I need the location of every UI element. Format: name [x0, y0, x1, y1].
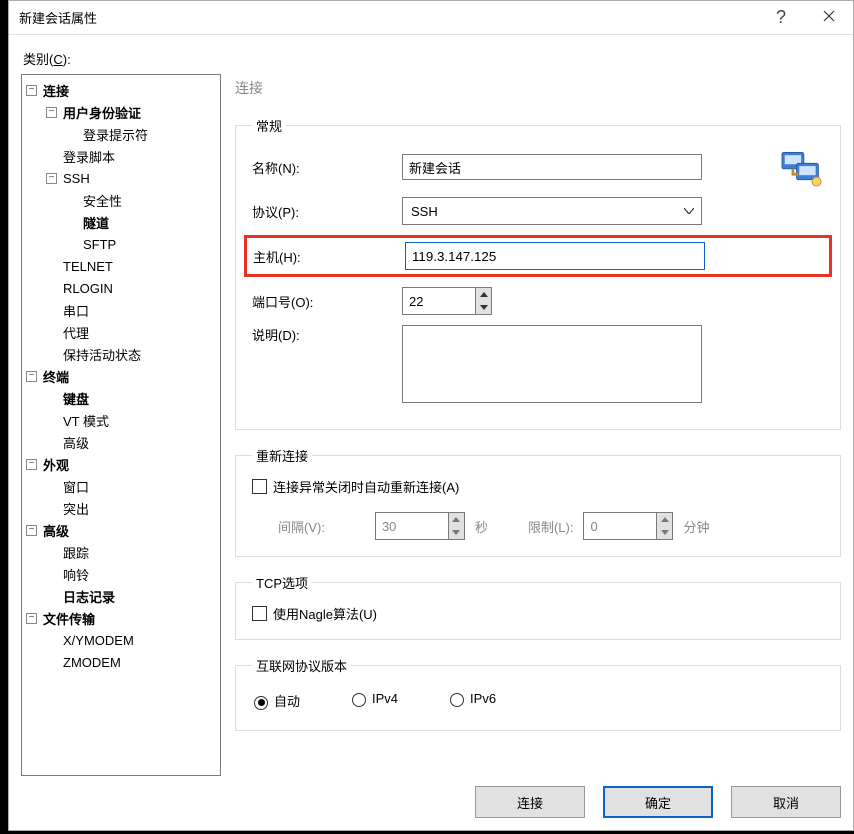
chevron-down-icon	[677, 198, 701, 224]
tree-item-window[interactable]: 窗口	[22, 475, 220, 497]
session-properties-dialog: 新建会话属性 ? 类别(C): −	[8, 0, 854, 831]
limit-label: 限制(L):	[528, 517, 574, 536]
spin-up-icon[interactable]	[476, 288, 491, 301]
tree-collapse-icon[interactable]: −	[46, 107, 57, 118]
limit-input	[584, 513, 656, 539]
help-button[interactable]: ?	[757, 1, 805, 34]
tree-item-highlight[interactable]: 突出	[22, 497, 220, 519]
nagle-checkbox[interactable]	[252, 606, 267, 621]
tree-item-zmodem[interactable]: ZMODEM	[22, 651, 220, 673]
tree-item-connection[interactable]: − 连接	[22, 79, 220, 101]
button-bar: 连接 确定 取消	[21, 786, 841, 818]
ipversion-legend: 互联网协议版本	[252, 656, 351, 675]
tree-item-proxy[interactable]: 代理	[22, 321, 220, 343]
tree-item-login-script[interactable]: 登录脚本	[22, 145, 220, 167]
interval-stepper	[375, 512, 465, 540]
cancel-button[interactable]: 取消	[731, 786, 841, 818]
interval-unit: 秒	[475, 517, 488, 536]
close-icon	[823, 9, 835, 27]
tree-collapse-icon[interactable]: −	[26, 613, 37, 624]
nagle-label: 使用Nagle算法(U)	[273, 604, 377, 623]
description-label: 说明(D):	[252, 325, 402, 344]
connect-button[interactable]: 连接	[475, 786, 585, 818]
protocol-select[interactable]: SSH	[402, 197, 702, 225]
spin-down-icon[interactable]	[476, 301, 491, 314]
tree-item-login-prompt[interactable]: 登录提示符	[22, 123, 220, 145]
category-label: 类别(C):	[23, 49, 839, 68]
panel-title: 连接	[235, 78, 841, 98]
tree-item-xymodem[interactable]: X/YMODEM	[22, 629, 220, 651]
radio-auto[interactable]: 自动	[254, 691, 300, 710]
window-title: 新建会话属性	[19, 8, 757, 27]
description-input[interactable]	[402, 325, 702, 403]
tree-item-sftp[interactable]: SFTP	[22, 233, 220, 255]
tree-item-trace[interactable]: 跟踪	[22, 541, 220, 563]
general-legend: 常规	[252, 116, 286, 135]
radio-icon	[450, 693, 464, 707]
protocol-label: 协议(P):	[252, 202, 402, 221]
port-input[interactable]	[403, 288, 475, 314]
port-stepper[interactable]	[402, 287, 492, 315]
interval-label: 间隔(V):	[278, 517, 325, 536]
limit-stepper	[583, 512, 673, 540]
tree-item-tunnel[interactable]: 隧道	[22, 211, 220, 233]
tree-item-telnet[interactable]: TELNET	[22, 255, 220, 277]
tree-item-appearance[interactable]: − 外观	[22, 453, 220, 475]
reconnect-legend: 重新连接	[252, 446, 312, 465]
tree-item-security[interactable]: 安全性	[22, 189, 220, 211]
radio-ipv6[interactable]: IPv6	[450, 691, 496, 710]
tree-collapse-icon[interactable]: −	[26, 85, 37, 96]
spin-down-icon	[449, 526, 464, 539]
tree-item-terminal-advanced[interactable]: 高级	[22, 431, 220, 453]
name-label: 名称(N):	[252, 158, 402, 177]
limit-unit: 分钟	[683, 517, 709, 536]
tree-collapse-icon[interactable]: −	[26, 525, 37, 536]
general-group: 常规 名称(N):	[235, 116, 841, 430]
host-label: 主机(H):	[253, 247, 405, 266]
radio-icon	[254, 696, 268, 710]
window-buttons: ?	[757, 1, 853, 34]
tcp-group: TCP选项 使用Nagle算法(U)	[235, 573, 841, 640]
host-input[interactable]	[405, 242, 705, 270]
name-input[interactable]	[402, 154, 702, 180]
tree-item-serial[interactable]: 串口	[22, 299, 220, 321]
tcp-legend: TCP选项	[252, 573, 312, 592]
tree-item-advanced[interactable]: − 高级	[22, 519, 220, 541]
tree-item-terminal[interactable]: − 终端	[22, 365, 220, 387]
auto-reconnect-checkbox[interactable]	[252, 479, 267, 494]
tree-item-user-auth[interactable]: − 用户身份验证	[22, 101, 220, 123]
protocol-value: SSH	[411, 204, 438, 219]
titlebar: 新建会话属性 ?	[9, 1, 853, 35]
spin-up-icon	[449, 513, 464, 526]
tree-item-logging[interactable]: 日志记录	[22, 585, 220, 607]
tree-item-keepalive[interactable]: 保持活动状态	[22, 343, 220, 365]
auto-reconnect-label: 连接异常关闭时自动重新连接(A)	[273, 477, 459, 496]
ok-button[interactable]: 确定	[603, 786, 713, 818]
tree-item-file-transfer[interactable]: − 文件传输	[22, 607, 220, 629]
settings-panel: 连接 常规 名称(N):	[235, 74, 841, 776]
tree-item-vt-mode[interactable]: VT 模式	[22, 409, 220, 431]
interval-input	[376, 513, 448, 539]
ipversion-group: 互联网协议版本 自动 IPv4 IPv6	[235, 656, 841, 731]
columns: − 连接 − 用户身份验证 登录提示符	[21, 74, 841, 776]
tree-item-keyboard[interactable]: 键盘	[22, 387, 220, 409]
reconnect-group: 重新连接 连接异常关闭时自动重新连接(A) 间隔(V):	[235, 446, 841, 557]
category-tree[interactable]: − 连接 − 用户身份验证 登录提示符	[21, 74, 221, 776]
spin-down-icon	[657, 526, 672, 539]
connection-wizard-icon[interactable]	[702, 147, 824, 187]
host-row-highlight: 主机(H):	[244, 235, 832, 277]
radio-ipv4[interactable]: IPv4	[352, 691, 398, 710]
port-label: 端口号(O):	[252, 292, 402, 311]
close-button[interactable]	[805, 1, 853, 34]
tree-collapse-icon[interactable]: −	[26, 371, 37, 382]
radio-icon	[352, 693, 366, 707]
tree-item-ssh[interactable]: − SSH	[22, 167, 220, 189]
spin-up-icon	[657, 513, 672, 526]
tree-item-bell[interactable]: 响铃	[22, 563, 220, 585]
tree-item-rlogin[interactable]: RLOGIN	[22, 277, 220, 299]
tree-collapse-icon[interactable]: −	[26, 459, 37, 470]
tree-collapse-icon[interactable]: −	[46, 173, 57, 184]
dialog-body: 类别(C): − 连接	[9, 35, 853, 830]
